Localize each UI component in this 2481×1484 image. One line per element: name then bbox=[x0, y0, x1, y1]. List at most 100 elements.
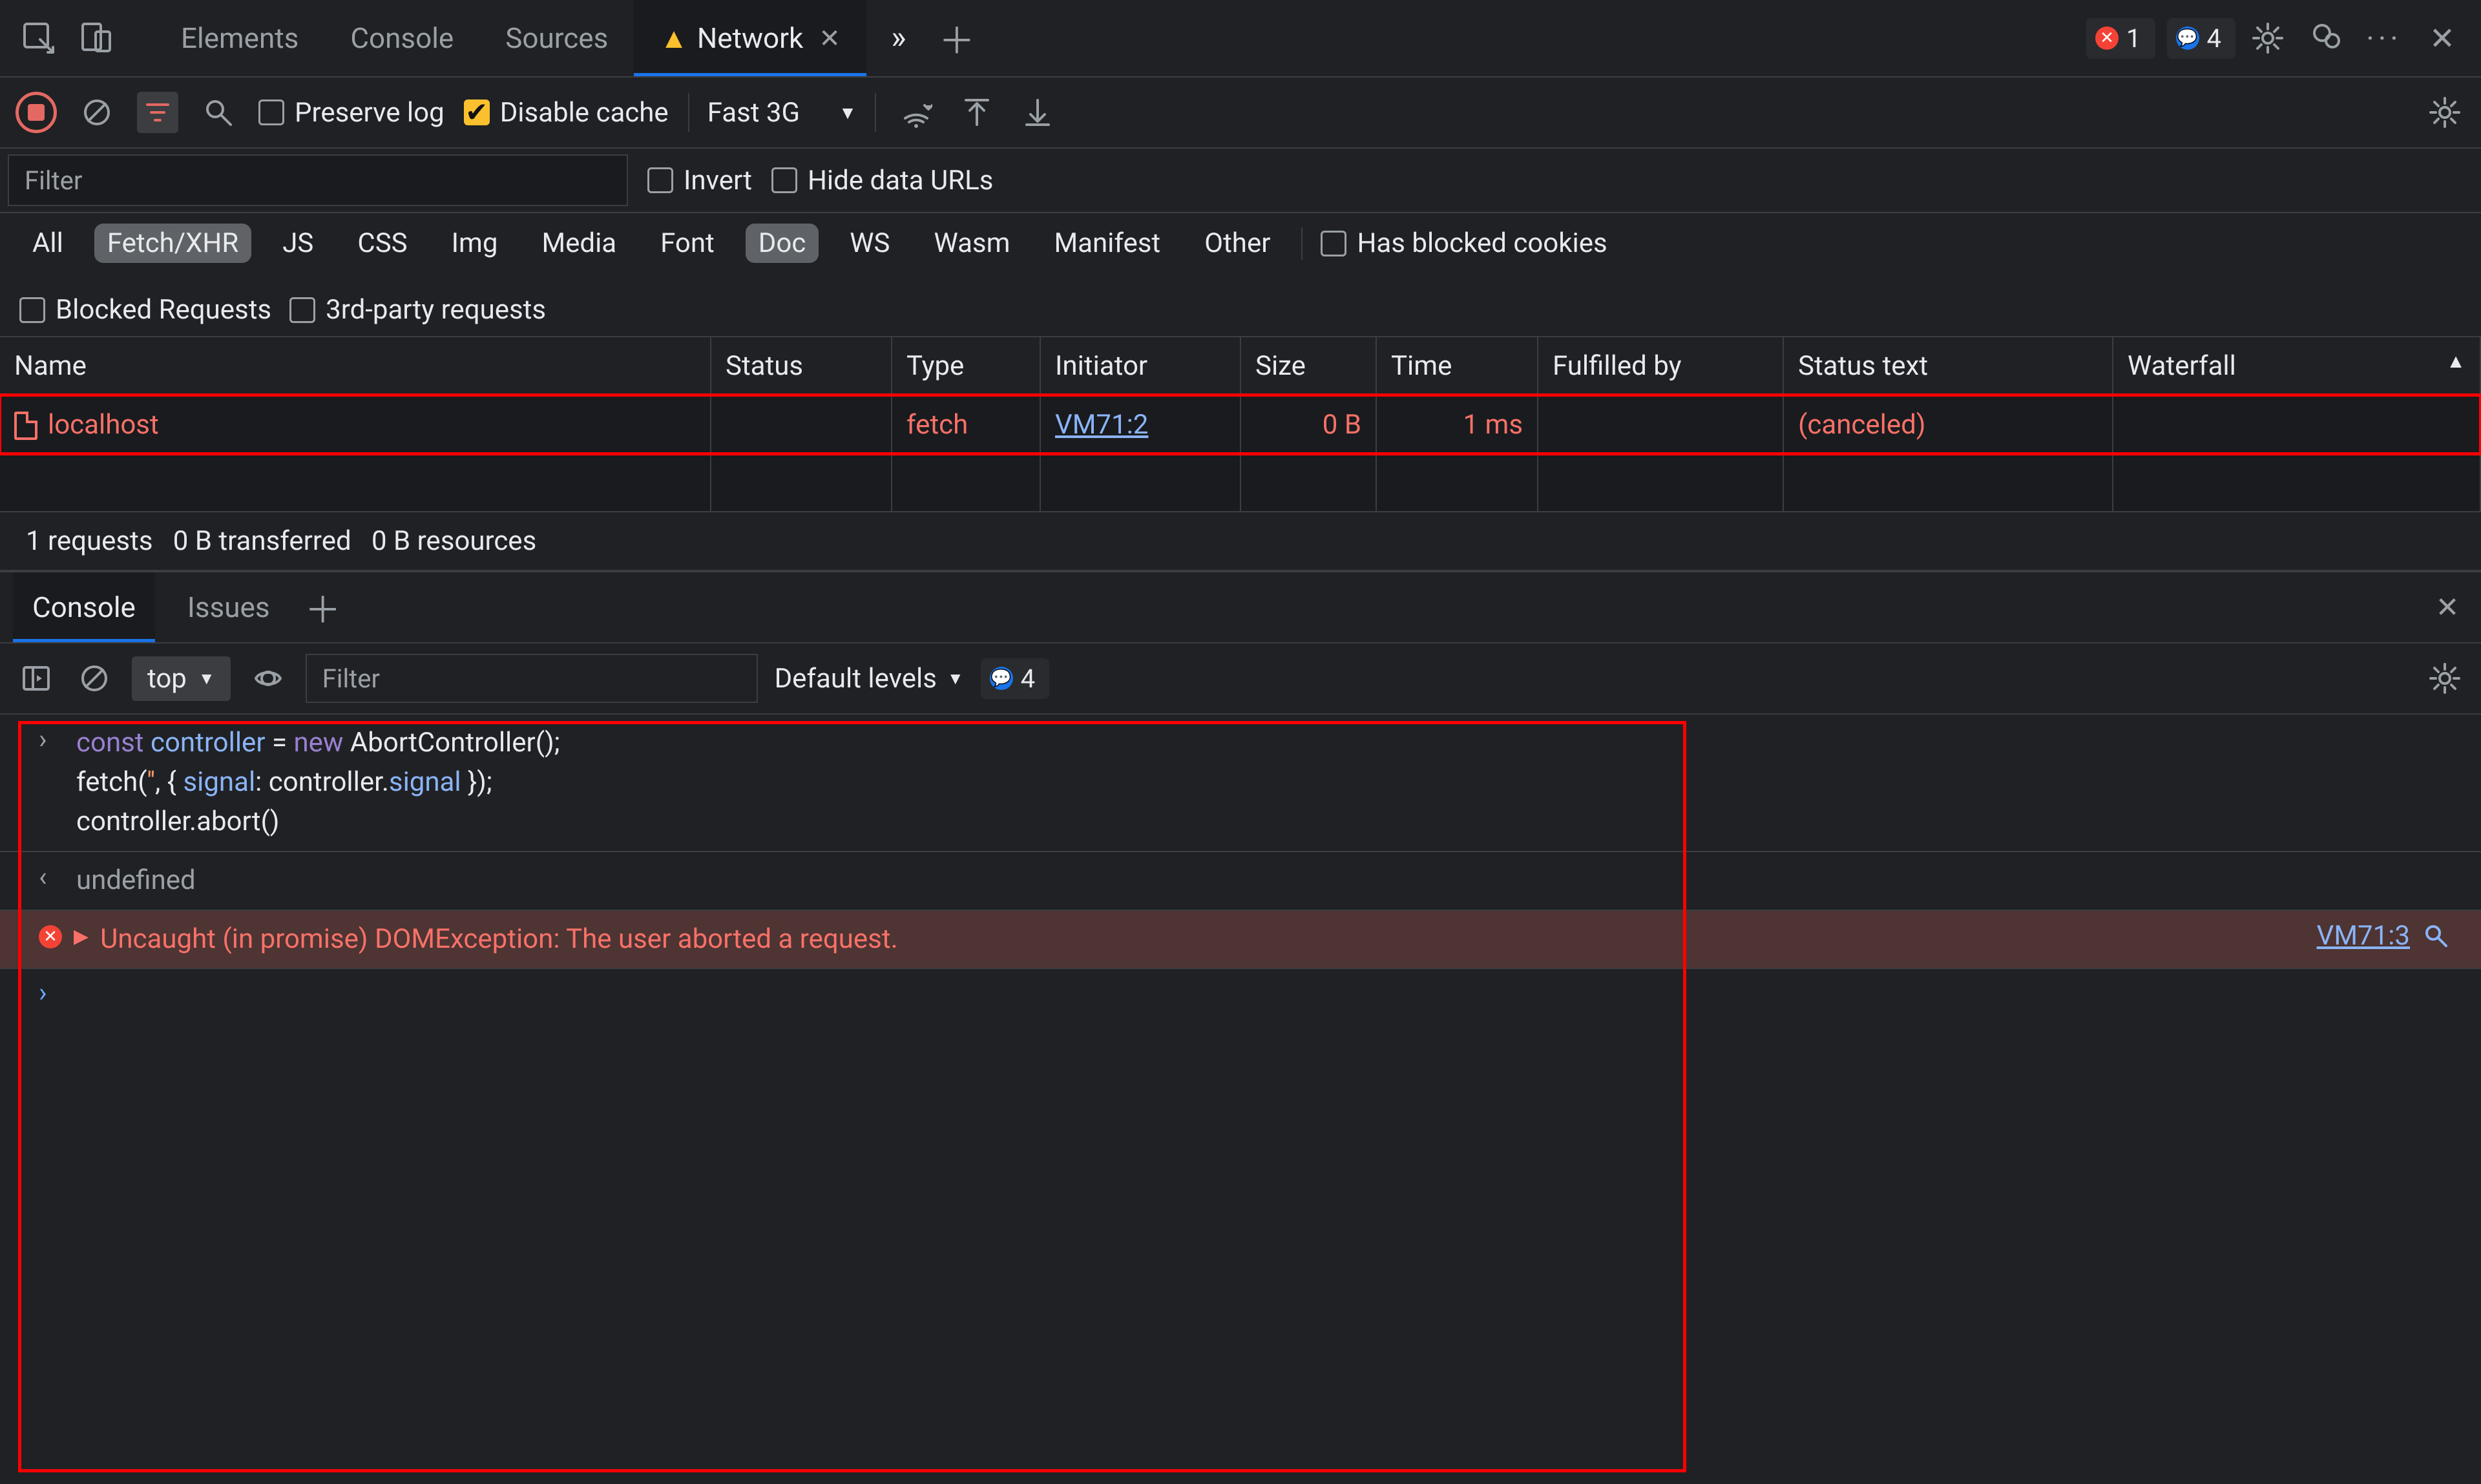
invert-box bbox=[647, 167, 673, 193]
network-conditions-icon[interactable] bbox=[895, 92, 937, 133]
console-result-row: ‹ undefined bbox=[0, 852, 2481, 911]
third-party-box bbox=[289, 297, 315, 323]
clear-log-icon[interactable] bbox=[76, 92, 118, 133]
hide-data-urls-label: Hide data URLs bbox=[808, 165, 994, 196]
download-har-icon[interactable] bbox=[1017, 92, 1058, 133]
tab-close-icon[interactable]: ✕ bbox=[819, 23, 841, 54]
file-icon bbox=[14, 412, 37, 440]
live-expression-icon[interactable] bbox=[247, 658, 289, 699]
close-devtools-icon[interactable]: ✕ bbox=[2416, 12, 2468, 64]
col-initiator[interactable]: Initiator bbox=[1040, 337, 1240, 395]
errors-badge[interactable]: ✕ 1 bbox=[2086, 18, 2155, 59]
disable-cache-checkbox[interactable]: ✔ Disable cache bbox=[464, 97, 669, 129]
col-type[interactable]: Type bbox=[892, 337, 1040, 395]
filter-toggle-icon[interactable] bbox=[137, 92, 178, 133]
has-blocked-cookies-checkbox[interactable]: Has blocked cookies bbox=[1321, 227, 1607, 259]
error-source-link[interactable]: VM71:3 bbox=[2317, 920, 2410, 952]
sort-arrow-up-icon: ▲ bbox=[2446, 350, 2465, 373]
device-toggle-icon[interactable] bbox=[71, 12, 123, 64]
type-js[interactable]: JS bbox=[269, 224, 326, 263]
warning-triangle-icon: ▲ bbox=[660, 21, 688, 55]
drawer-tab-console[interactable]: Console bbox=[13, 572, 155, 642]
tab-elements[interactable]: Elements bbox=[155, 0, 324, 76]
type-wasm[interactable]: Wasm bbox=[921, 224, 1023, 263]
blocked-requests-label: Blocked Requests bbox=[56, 294, 271, 326]
summary-resources: 0 B resources bbox=[372, 525, 536, 557]
network-settings-gear-icon[interactable] bbox=[2424, 92, 2465, 133]
type-other[interactable]: Other bbox=[1191, 224, 1283, 263]
col-time[interactable]: Time bbox=[1376, 337, 1538, 395]
devtools-tab-bar: Elements Console Sources ▲ Network ✕ » ＋… bbox=[0, 0, 2481, 78]
console-issues-badge[interactable]: 💬 4 bbox=[981, 658, 1049, 699]
request-row-localhost[interactable]: localhost fetch VM71:2 0 B 1 ms (cancele… bbox=[0, 395, 2480, 454]
context-select[interactable]: top ▼ bbox=[132, 656, 231, 701]
drawer: Console Issues ＋ ✕ top ▼ Filter Default … bbox=[0, 571, 2481, 1484]
has-blocked-cookies-label: Has blocked cookies bbox=[1357, 227, 1607, 259]
type-manifest[interactable]: Manifest bbox=[1041, 224, 1173, 263]
preserve-log-label: Preserve log bbox=[295, 97, 445, 129]
drawer-add-tab-icon[interactable]: ＋ bbox=[302, 587, 344, 628]
type-all[interactable]: All bbox=[19, 224, 76, 263]
levels-label: Default levels bbox=[775, 663, 937, 695]
console-settings-gear-icon[interactable] bbox=[2424, 658, 2465, 699]
console-prompt[interactable]: › bbox=[0, 969, 2481, 1016]
col-size[interactable]: Size bbox=[1240, 337, 1376, 395]
clear-console-icon[interactable] bbox=[74, 658, 115, 699]
has-blocked-cookies-box bbox=[1321, 231, 1346, 256]
blocked-requests-box bbox=[19, 297, 45, 323]
type-media[interactable]: Media bbox=[529, 224, 629, 263]
type-font[interactable]: Font bbox=[647, 224, 728, 263]
invert-checkbox[interactable]: Invert bbox=[647, 165, 752, 196]
search-icon[interactable] bbox=[198, 92, 239, 133]
invert-label: Invert bbox=[684, 165, 752, 196]
drawer-close-icon[interactable]: ✕ bbox=[2427, 587, 2468, 628]
type-filter-row: All Fetch/XHR JS CSS Img Media Font Doc … bbox=[0, 213, 2481, 337]
feedback-icon[interactable] bbox=[2300, 12, 2352, 64]
filter-placeholder: Filter bbox=[25, 165, 82, 196]
issue-dot-icon: 💬 bbox=[990, 667, 1013, 690]
inspect-element-icon[interactable] bbox=[13, 12, 65, 64]
tab-network[interactable]: ▲ Network ✕ bbox=[634, 0, 866, 76]
console-input-row[interactable]: › const controller = new AbortController… bbox=[0, 715, 2481, 852]
issues-badge[interactable]: 💬 4 bbox=[2167, 18, 2235, 59]
third-party-checkbox[interactable]: 3rd-party requests bbox=[289, 294, 546, 326]
expand-arrow-icon[interactable]: ▶ bbox=[74, 925, 89, 948]
log-levels-select[interactable]: Default levels ▼ bbox=[775, 663, 964, 695]
console-error-row[interactable]: ✕ ▶ Uncaught (in promise) DOMException: … bbox=[0, 911, 2481, 970]
upload-har-icon[interactable] bbox=[956, 92, 998, 133]
issues-count: 4 bbox=[2207, 23, 2221, 54]
type-img[interactable]: Img bbox=[439, 224, 511, 263]
hide-data-urls-checkbox[interactable]: Hide data URLs bbox=[771, 165, 994, 196]
req-initiator[interactable]: VM71:2 bbox=[1040, 395, 1240, 454]
blocked-requests-checkbox[interactable]: Blocked Requests bbox=[19, 294, 271, 326]
col-status-text[interactable]: Status text bbox=[1783, 337, 2113, 395]
col-status[interactable]: Status bbox=[711, 337, 892, 395]
type-ws[interactable]: WS bbox=[837, 224, 903, 263]
add-tab-icon[interactable]: ＋ bbox=[931, 12, 983, 64]
error-dot-icon: ✕ bbox=[2095, 26, 2119, 50]
tab-console[interactable]: Console bbox=[324, 0, 479, 76]
type-css[interactable]: CSS bbox=[344, 224, 420, 263]
tab-label-console: Console bbox=[350, 21, 454, 55]
type-doc[interactable]: Doc bbox=[746, 224, 819, 263]
more-menu-icon[interactable]: ··· bbox=[2358, 12, 2410, 64]
record-button[interactable] bbox=[16, 92, 57, 133]
col-fulfilled-by[interactable]: Fulfilled by bbox=[1538, 337, 1783, 395]
magnify-icon[interactable] bbox=[2423, 923, 2449, 948]
settings-gear-icon[interactable] bbox=[2242, 12, 2294, 64]
tab-sources[interactable]: Sources bbox=[479, 0, 634, 76]
network-filter-input[interactable]: Filter bbox=[8, 154, 628, 206]
col-waterfall[interactable]: Waterfall▲ bbox=[2113, 337, 2480, 395]
req-type: fetch bbox=[892, 395, 1040, 454]
type-fetch-xhr[interactable]: Fetch/XHR bbox=[94, 224, 251, 263]
more-tabs-chevron-icon[interactable]: » bbox=[873, 12, 925, 64]
throttling-select[interactable]: Fast 3G ▼ bbox=[688, 93, 876, 132]
console-filter-input[interactable]: Filter bbox=[306, 654, 758, 703]
tab-label-sources: Sources bbox=[505, 21, 608, 55]
col-name[interactable]: Name bbox=[0, 337, 711, 395]
sidebar-toggle-icon[interactable] bbox=[16, 658, 57, 699]
errors-count: 1 bbox=[2126, 23, 2141, 54]
console-body: › const controller = new AbortController… bbox=[0, 715, 2481, 1484]
drawer-tab-issues[interactable]: Issues bbox=[168, 572, 289, 642]
preserve-log-checkbox[interactable]: Preserve log bbox=[258, 97, 445, 129]
